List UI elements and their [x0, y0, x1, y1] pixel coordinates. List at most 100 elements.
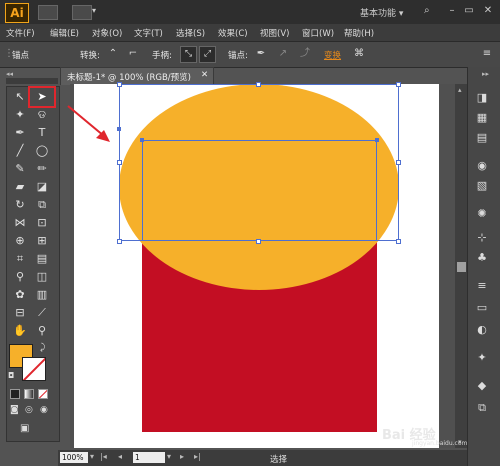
line-tool-icon[interactable]: ╱	[10, 143, 30, 159]
ellipse-tool-icon[interactable]: ◯	[32, 143, 52, 159]
handle-top-center[interactable]	[256, 82, 261, 87]
blob-brush-icon[interactable]: ▰	[10, 179, 30, 195]
convert-smooth-icon[interactable]: ⌐	[126, 47, 140, 61]
vertical-scroll-thumb[interactable]	[457, 262, 466, 272]
eyedropper-icon[interactable]: ⚲	[10, 269, 30, 285]
color-mode-icon[interactable]	[10, 389, 20, 399]
graphic-styles-icon[interactable]: ▧	[471, 178, 493, 194]
handle-top-right[interactable]	[396, 82, 401, 87]
none-mode-icon[interactable]	[38, 389, 48, 399]
default-colors-icon[interactable]: ◘	[8, 371, 14, 380]
expand-panels-icon[interactable]: ▸▸	[482, 70, 489, 78]
handle-middle-left[interactable]	[117, 160, 122, 165]
menu-view[interactable]: 视图(V)	[260, 27, 289, 39]
color-guide-icon[interactable]: ▦	[471, 110, 493, 126]
transform-link[interactable]: 变换	[324, 49, 341, 61]
status-mode-text[interactable]: 选择	[270, 453, 287, 465]
symbol-sprayer-icon[interactable]: ✿	[10, 287, 30, 303]
gradient-mode-icon[interactable]	[24, 389, 34, 399]
last-artboard-icon[interactable]: ▸|	[194, 452, 201, 461]
hide-handles-icon[interactable]: ⤢	[199, 46, 216, 63]
anchor-point-tr[interactable]	[375, 138, 379, 142]
free-transform-icon[interactable]: ⊡	[32, 215, 52, 231]
selection-tool-icon[interactable]: ↖	[10, 89, 30, 105]
symbols-icon[interactable]: ♣	[471, 250, 493, 266]
pencil-tool-icon[interactable]: ✏	[32, 161, 52, 177]
zoom-field[interactable]: 100%	[60, 452, 88, 463]
menu-object[interactable]: 对象(O)	[92, 27, 122, 39]
menu-file[interactable]: 文件(F)	[6, 27, 35, 39]
show-handles-icon[interactable]: ⤡	[180, 46, 197, 63]
menu-help[interactable]: 帮助(H)	[344, 27, 374, 39]
prev-artboard-icon[interactable]: ◂	[118, 452, 122, 461]
transform-panel-icon[interactable]: ✦	[471, 350, 493, 366]
appearance-icon[interactable]: ◉	[471, 158, 493, 174]
draw-behind-icon[interactable]: ◎	[25, 405, 33, 415]
shape-builder-icon[interactable]: ⊕	[10, 233, 30, 249]
isolate-icon[interactable]: ⌘	[352, 47, 366, 61]
color-panel-icon[interactable]: ◨	[471, 90, 493, 106]
remove-anchor-icon[interactable]: ✒	[254, 47, 268, 61]
lasso-tool-icon[interactable]: ଡ	[32, 107, 52, 123]
gradient-tool-icon[interactable]: ▤	[32, 251, 52, 267]
stroke-panel-icon[interactable]: ≡	[471, 278, 493, 294]
handle-top-left[interactable]	[117, 82, 122, 87]
handle-bottom-left[interactable]	[117, 239, 122, 244]
hand-tool-icon[interactable]: ✋	[10, 323, 30, 339]
pen-tool-icon[interactable]: ✒	[10, 125, 30, 141]
scale-tool-icon[interactable]: ⧉	[32, 197, 52, 213]
close-tab-icon[interactable]: ✕	[201, 70, 208, 80]
align-panel-icon[interactable]: ⊹	[471, 230, 493, 246]
screen-mode-icon[interactable]: ▣	[20, 423, 29, 434]
arrange-documents-icon[interactable]	[72, 5, 92, 20]
collapse-toolbox-icon[interactable]: ◂◂	[6, 70, 13, 78]
panel-menu-icon[interactable]: ≡	[480, 47, 494, 61]
swap-fill-stroke-icon[interactable]: ⤸	[40, 343, 45, 353]
blend-tool-icon[interactable]: ◫	[32, 269, 52, 285]
perspective-grid-icon[interactable]: ⊞	[32, 233, 52, 249]
gradient-panel-icon[interactable]: ▭	[471, 300, 493, 316]
artboards-panel-icon[interactable]: ⧉	[471, 400, 493, 416]
artboard-tool-icon[interactable]: ⊟	[10, 305, 30, 321]
eraser-tool-icon[interactable]: ◪	[32, 179, 52, 195]
arrange-dropdown-icon[interactable]: ▾	[92, 6, 96, 15]
cut-path-icon[interactable]: ⤴	[298, 47, 312, 61]
menu-window[interactable]: 窗口(W)	[302, 27, 334, 39]
menu-type[interactable]: 文字(T)	[134, 27, 163, 39]
first-artboard-icon[interactable]: |◂	[100, 452, 107, 461]
draw-normal-icon[interactable]: ◙	[10, 405, 19, 415]
close-button[interactable]: ✕	[480, 3, 496, 19]
convert-corner-icon[interactable]: ⌃	[106, 47, 120, 61]
next-artboard-icon[interactable]: ▸	[180, 452, 184, 461]
stroke-swatch[interactable]	[22, 357, 46, 381]
artboard-number-field[interactable]: 1	[133, 452, 165, 463]
width-tool-icon[interactable]: ⋈	[10, 215, 30, 231]
scroll-up-icon[interactable]: ▴	[458, 86, 462, 94]
handle-middle-right[interactable]	[396, 160, 401, 165]
layers-icon[interactable]: ◆	[471, 378, 493, 394]
swatches-icon[interactable]: ▤	[471, 130, 493, 146]
transparency-icon[interactable]: ◐	[471, 322, 493, 338]
zoom-dropdown-icon[interactable]: ▾	[90, 452, 94, 461]
minimize-button[interactable]: –	[444, 3, 460, 19]
menu-edit[interactable]: 编辑(E)	[50, 27, 79, 39]
draw-inside-icon[interactable]: ◉	[40, 405, 48, 415]
slice-tool-icon[interactable]: ⟋	[32, 305, 52, 321]
mesh-tool-icon[interactable]: ⌗	[10, 251, 30, 267]
type-tool-icon[interactable]: T	[32, 125, 52, 141]
bridge-icon[interactable]	[38, 5, 58, 20]
menu-select[interactable]: 选择(S)	[176, 27, 205, 39]
workspace-switcher[interactable]: 基本功能 ▾	[360, 6, 403, 19]
paintbrush-tool-icon[interactable]: ✎	[10, 161, 30, 177]
maximize-button[interactable]: ▭	[461, 3, 477, 19]
anchor-point-tl[interactable]	[140, 138, 144, 142]
connect-anchor-icon[interactable]: ↗	[276, 47, 290, 61]
handle-bottom-right[interactable]	[396, 239, 401, 244]
handle-bottom-center[interactable]	[256, 239, 261, 244]
tab-document[interactable]: 未标题-1* @ 100% (RGB/预览) ✕	[60, 67, 214, 85]
brushes-icon[interactable]: ✺	[471, 206, 493, 222]
artboard-dropdown-icon[interactable]: ▾	[167, 452, 171, 461]
column-graph-icon[interactable]: ▥	[32, 287, 52, 303]
menu-effect[interactable]: 效果(C)	[218, 27, 248, 39]
magic-wand-icon[interactable]: ✦	[10, 107, 30, 123]
